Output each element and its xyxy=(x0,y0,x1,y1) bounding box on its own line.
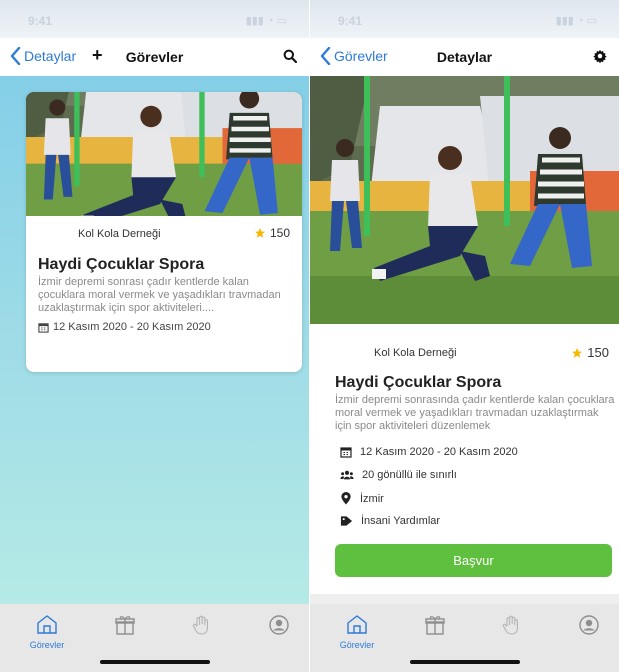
home-icon xyxy=(347,615,367,634)
gear-icon xyxy=(593,49,607,64)
nav-bar: Görevler Detaylar xyxy=(310,38,619,76)
tab-rewards[interactable] xyxy=(100,614,150,641)
hand-icon xyxy=(502,615,518,635)
points-value: 150 xyxy=(587,345,609,360)
details-screen: 9:41 ▮▮▮ ◔ ▭ Görevler Detaylar Kol Kola … xyxy=(310,0,619,672)
task-description: İzmir depremi sonrasında çadır kentlerde… xyxy=(335,394,615,432)
organization-name: Kol Kola Derneği xyxy=(78,228,161,240)
calendar-icon xyxy=(38,322,49,333)
hand-icon xyxy=(192,615,208,635)
status-bar: 9:41 ▮▮▮ ◔ ▭ xyxy=(0,0,309,38)
points-badge: 150 xyxy=(571,345,609,360)
nav-bar: Detaylar + Görevler xyxy=(0,38,309,76)
task-card[interactable]: Kol Kola Derneği 150 Haydi Çocuklar Spor… xyxy=(26,92,302,372)
category: İnsani Yardımlar xyxy=(361,515,441,527)
tab-tasks-label: Görevler xyxy=(29,640,65,650)
tab-bar: Görevler xyxy=(310,604,619,672)
task-photo xyxy=(26,92,302,216)
users-icon xyxy=(340,470,354,480)
home-indicator xyxy=(99,660,210,664)
status-indicators: ▮▮▮ ◔ ▭ xyxy=(245,15,287,27)
date-row: 12 Kasım 2020 - 20 Kasım 2020 xyxy=(340,446,518,458)
points-value: 150 xyxy=(269,226,290,240)
settings-button[interactable] xyxy=(593,49,607,68)
gift-icon xyxy=(115,616,135,635)
status-time: 9:41 xyxy=(28,14,53,28)
location: İzmir xyxy=(360,492,384,505)
status-indicators: ▮▮▮ ◔ ▭ xyxy=(555,15,597,27)
points-badge: 150 xyxy=(254,226,290,240)
volunteers-row: 20 gönüllü ile sınırlı xyxy=(340,469,457,481)
task-title: Haydi Çocuklar Spora xyxy=(335,374,502,391)
task-date: 12 Kasım 2020 - 20 Kasım 2020 xyxy=(360,446,518,458)
profile-icon xyxy=(269,615,289,635)
task-title: Haydi Çocuklar Spora xyxy=(38,256,205,273)
home-indicator xyxy=(409,660,520,664)
calendar-icon xyxy=(340,447,352,458)
divider xyxy=(310,594,619,604)
star-icon xyxy=(254,228,265,238)
category-row: İnsani Yardımlar xyxy=(340,515,440,527)
task-date-row: 12 Kasım 2020 - 20 Kasım 2020 xyxy=(38,321,290,333)
organization-row: Kol Kola Derneği 150 xyxy=(26,216,302,256)
task-photo xyxy=(310,76,619,324)
home-icon xyxy=(37,615,57,634)
map-pin-icon xyxy=(341,492,351,505)
tab-bar: Görevler xyxy=(0,604,309,672)
tab-tasks[interactable]: Görevler xyxy=(332,614,382,650)
task-date: 12 Kasım 2020 - 20 Kasım 2020 xyxy=(53,321,211,333)
status-bar: 9:41 ▮▮▮ ◔ ▭ xyxy=(310,0,619,38)
task-detail: Kol Kola Derneği 150 Haydi Çocuklar Spor… xyxy=(310,324,619,604)
gift-icon xyxy=(425,616,445,635)
tab-tasks-label: Görevler xyxy=(339,640,375,650)
volunteer-limit: 20 gönüllü ile sınırlı xyxy=(362,469,457,481)
tag-icon xyxy=(340,516,353,526)
page-title: Görevler xyxy=(125,49,184,65)
search-icon xyxy=(283,49,298,64)
location-row: İzmir xyxy=(340,492,384,505)
page-title: Detaylar xyxy=(436,49,493,65)
star-icon xyxy=(572,347,583,358)
profile-icon xyxy=(579,615,599,635)
tab-rewards[interactable] xyxy=(410,614,460,641)
search-button[interactable] xyxy=(283,49,298,68)
status-time: 9:41 xyxy=(338,14,363,28)
apply-button[interactable]: Başvur xyxy=(335,544,612,577)
tab-profile[interactable] xyxy=(564,614,614,641)
organization-name: Kol Kola Derneği xyxy=(374,347,457,359)
tab-profile[interactable] xyxy=(254,614,304,641)
tab-volunteer[interactable] xyxy=(486,614,536,641)
task-description: İzmir depremi sonrası çadır kentlerde ka… xyxy=(38,276,281,314)
tab-volunteer[interactable] xyxy=(176,614,226,641)
tasks-screen: 9:41 ▮▮▮ ◔ ▭ Detaylar + Görevler Kol Kol… xyxy=(0,0,309,672)
tab-tasks[interactable]: Görevler xyxy=(22,614,72,650)
